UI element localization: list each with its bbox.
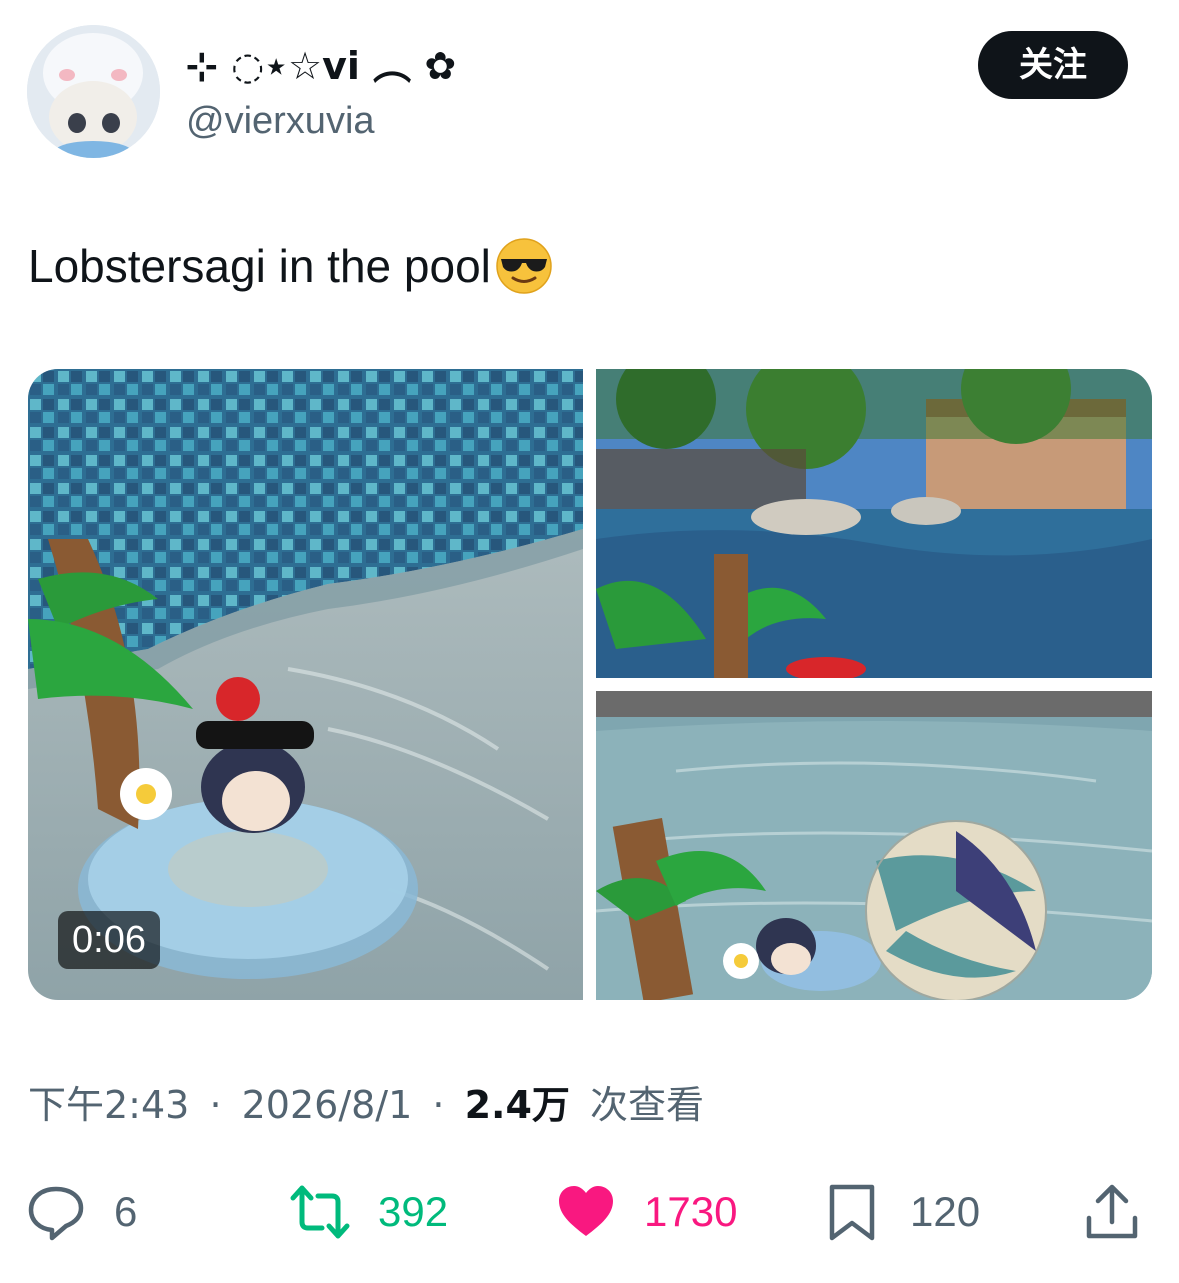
display-name[interactable]: ⊹ ◌⋆☆vi ︵ ✿ [186,42,456,90]
video-duration: 0:06 [58,911,160,969]
photo-volleyball[interactable] [596,691,1152,1000]
share-button[interactable] [1082,1172,1142,1252]
meta-separator: · [209,1083,222,1127]
meta-separator: · [432,1083,445,1127]
heart-icon [556,1182,616,1242]
tweet-text-container: Lobstersagi in the pool [28,236,553,296]
photo-pool-resort[interactable] [596,369,1152,678]
reply-button[interactable]: 6 [26,1172,137,1252]
tweet-detail: ⊹ ◌⋆☆vi ︵ ✿ @vierxuvia 关注 Lobstersagi in… [0,0,1179,1283]
bookmark-button[interactable]: 120 [822,1172,980,1252]
sunglasses-emoji-icon [495,237,553,295]
like-count: 1730 [644,1188,738,1235]
video-thumbnail[interactable]: 0:06 [28,369,583,1000]
bookmark-icon [822,1182,882,1242]
bookmark-count: 120 [910,1188,981,1235]
like-button[interactable]: 1730 [556,1172,737,1252]
user-handle[interactable]: @vierxuvia [186,98,375,144]
tweet-date[interactable]: 2026/8/1 [242,1083,413,1127]
retweet-icon [290,1182,350,1242]
reply-icon [26,1182,86,1242]
action-bar: 6 392 1730 120 [0,1172,1179,1252]
views-label: 次查看 [590,1083,705,1127]
avatar[interactable] [27,25,160,158]
tweet-text: Lobstersagi in the pool [28,240,491,292]
reply-count: 6 [114,1188,138,1235]
tweet-meta: 下午2:43 · 2026/8/1 · 2.4万 次查看 [28,1078,704,1132]
media-grid: 0:06 [28,369,1152,1000]
follow-button[interactable]: 关注 [978,31,1128,99]
views-count: 2.4万 [464,1083,570,1127]
retweet-count: 392 [378,1188,449,1235]
tweet-time[interactable]: 下午2:43 [28,1083,189,1127]
share-icon [1082,1182,1142,1242]
retweet-button[interactable]: 392 [290,1172,448,1252]
